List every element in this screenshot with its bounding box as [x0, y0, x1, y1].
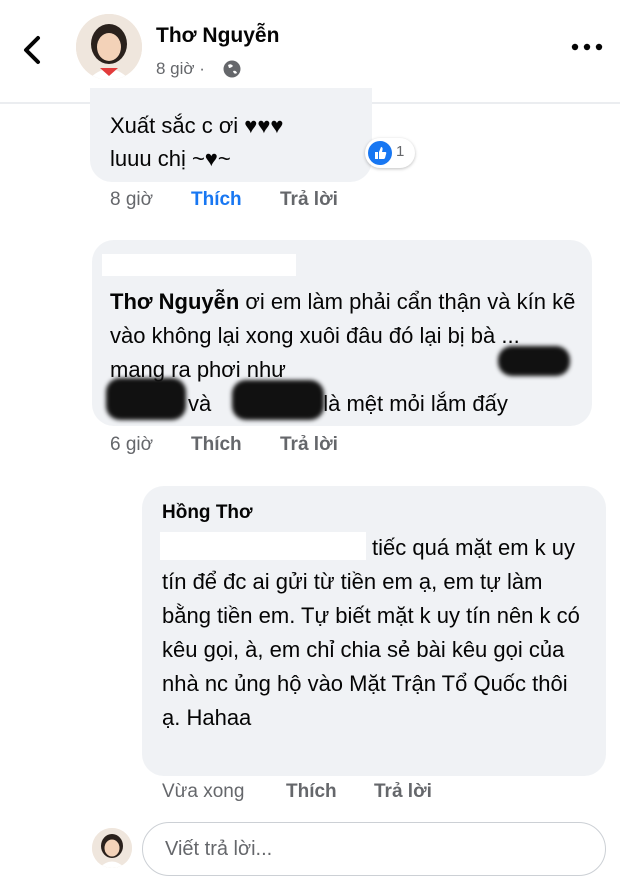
- back-arrow-icon[interactable]: [18, 30, 48, 70]
- redaction-scribble: [498, 346, 570, 376]
- redaction-scribble: [232, 380, 324, 420]
- comment-text-end: là mệt mỏi lắm đấy: [323, 391, 508, 416]
- avatar-portrait-icon: [76, 14, 142, 80]
- reply-placeholder: Viết trả lời...: [165, 838, 273, 860]
- comment-actions: 8 giờ: [110, 189, 153, 211]
- redacted-name: [160, 532, 366, 560]
- comment-time: Vừa xong: [162, 781, 245, 802]
- more-options-icon[interactable]: [570, 40, 604, 54]
- comment-text-mid: và: [188, 391, 212, 416]
- globe-icon: [223, 60, 241, 78]
- reply-link[interactable]: Trả lời: [280, 189, 338, 211]
- reaction-badge[interactable]: 1: [365, 138, 415, 168]
- reply-link[interactable]: Trả lời: [280, 434, 338, 456]
- comment-text-body: tiếc quá mặt em k uy tín để đc ai gửi từ…: [162, 535, 580, 730]
- like-link[interactable]: Thích: [191, 189, 242, 211]
- comment-actions: Vừa xong: [162, 781, 244, 803]
- avatar[interactable]: [76, 14, 142, 80]
- post-header: Thơ Nguyễn 8 giờ ·: [0, 0, 620, 100]
- comment-text: Xuất sắc c ơi ♥♥♥ luuu chị ~♥~: [110, 113, 284, 171]
- avatar-portrait-icon: [92, 828, 132, 868]
- comment-time: 6 giờ: [110, 434, 154, 455]
- like-link[interactable]: Thích: [286, 781, 337, 803]
- reply-link[interactable]: Trả lời: [374, 781, 432, 803]
- like-link[interactable]: Thích: [191, 434, 242, 456]
- redaction-scribble: [106, 378, 186, 420]
- post-time: 8 giờ ·: [156, 59, 205, 78]
- like-reaction-icon: [368, 141, 392, 165]
- mentioned-user[interactable]: Thơ Nguyễn: [110, 289, 239, 314]
- reaction-count: 1: [396, 143, 405, 160]
- redacted-name: [102, 254, 296, 276]
- comment-time: 8 giờ: [110, 189, 154, 210]
- avatar: [92, 828, 132, 868]
- commenter-name[interactable]: Hồng Thơ: [162, 502, 253, 524]
- reply-input[interactable]: Viết trả lời...: [142, 822, 606, 876]
- comment-text: tiếc quá mặt em k uy tín để đc ai gửi từ…: [162, 531, 592, 735]
- poster-name[interactable]: Thơ Nguyễn: [156, 24, 279, 48]
- comment-actions: 6 giờ: [110, 434, 153, 456]
